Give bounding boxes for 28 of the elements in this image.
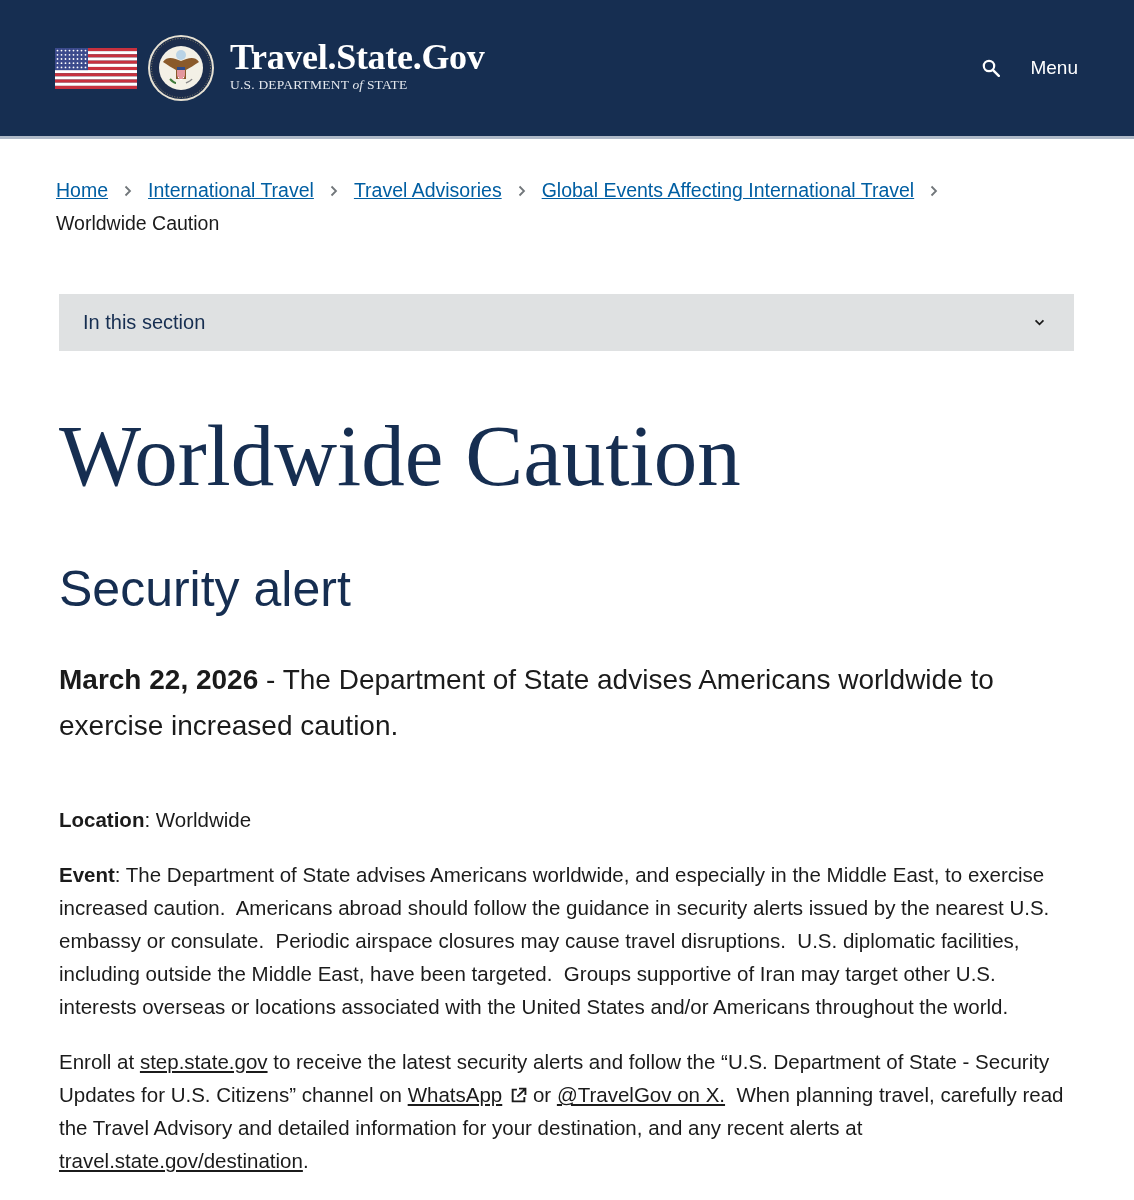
inline-link[interactable]: step.state.gov <box>139 1050 268 1073</box>
breadcrumb-link[interactable]: Global Events Affecting International Travel <box>541 174 915 207</box>
eagle-seal-icon <box>148 35 214 101</box>
site-subtitle: U.S. DEPARTMENT of STATE <box>230 77 409 93</box>
event-paragraph: Event: The Department of State advises Americans worldwide, and especially in the Middle East, to exercise increased caution. Americans abroad should follow the guidance in security alerts issued by the nearest U.S. embassy or consulate. Periodic airspace closures may cause travel disruptions. U.S. diplomatic facilities, including outside the Middle East, have been targeted. Groups supportive of Iran may target other U.S. interests overseas or locations associated with the United States and/or Americans throughout the world. <box>59 862 1051 1020</box>
breadcrumb-current: Worldwide Caution <box>56 211 220 236</box>
alert-summary: March 22, 2026 - The Department of State advises Americans worldwide to exercise increased caution. <box>59 663 995 743</box>
inline-link[interactable]: @TravelGov on X. <box>556 1083 726 1106</box>
location-line: Location: Worldwide <box>59 807 253 833</box>
breadcrumb-link[interactable]: Travel Advisories <box>353 174 502 207</box>
search-icon[interactable] <box>982 59 1001 77</box>
section-accordion[interactable]: In this section <box>59 294 1074 351</box>
flag-icon <box>55 47 137 89</box>
page-title: Worldwide Caution <box>59 410 742 502</box>
enroll-paragraph: Enroll at step.state.gov to receive the latest security alerts and follow the “U.S. Department of State - Security Updates for U.S. Citizens” channel on WhatsApp or @TravelGov on X. When planning travel, carefully read the Travel Advisory and detailed information for your destination, and any recent alerts at travel.state.gov/destination. <box>59 1049 1065 1174</box>
chevron-right-icon <box>329 184 338 197</box>
breadcrumb-link[interactable]: Home <box>56 174 109 207</box>
inline-link[interactable]: travel.state.gov/destination <box>59 1149 303 1172</box>
breadcrumb-link[interactable]: International Travel <box>148 174 314 207</box>
chevron-right-icon <box>930 184 939 197</box>
inline-link[interactable]: WhatsApp <box>407 1083 528 1106</box>
chevron-right-icon <box>517 184 526 197</box>
site-title[interactable]: Travel.State.Gov <box>230 37 485 77</box>
external-link-icon <box>510 1087 528 1104</box>
chevron-down-icon <box>1034 319 1045 326</box>
alert-heading: Security alert <box>59 560 352 619</box>
chevron-right-icon <box>124 184 133 197</box>
menu-button[interactable]: Menu <box>1030 56 1078 80</box>
